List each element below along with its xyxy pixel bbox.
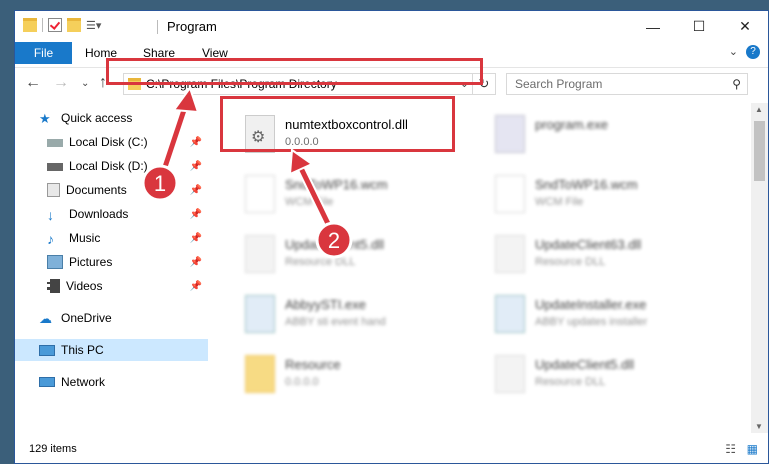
- callout-arrows: 1 2: [141, 85, 353, 259]
- callout-badge-1: 1: [141, 164, 179, 202]
- callout-arrow-2: [288, 148, 337, 237]
- callout-number-2: 2: [328, 228, 340, 253]
- callout-arrow-1: [157, 85, 200, 181]
- callout-number-1: 1: [154, 171, 166, 196]
- callout-badge-2: 2: [315, 221, 353, 259]
